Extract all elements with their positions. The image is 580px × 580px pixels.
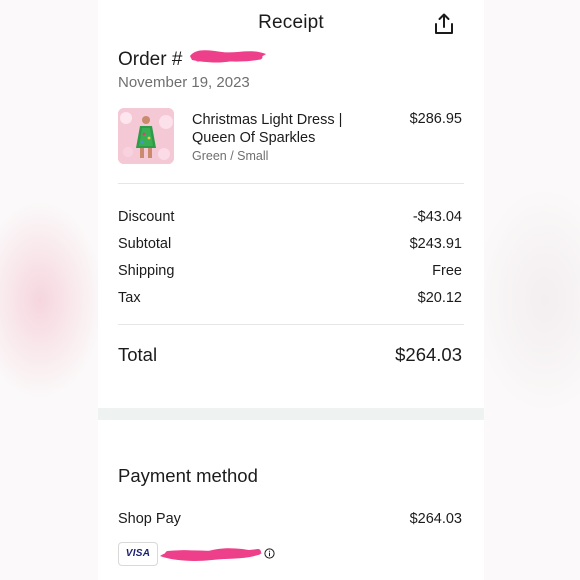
item-name-line-1: Christmas Light Dress |	[192, 112, 343, 128]
page-title: Receipt	[258, 12, 324, 33]
summary-row-shipping: Shipping Free	[118, 263, 462, 281]
share-icon[interactable]	[433, 12, 455, 36]
divider	[118, 183, 464, 184]
info-icon[interactable]	[264, 548, 275, 559]
summary-label: Tax	[118, 290, 141, 306]
order-number-redaction	[190, 50, 266, 63]
section-separator	[98, 408, 484, 420]
product-thumbnail[interactable]	[118, 108, 174, 164]
summary-label: Subtotal	[118, 236, 172, 252]
order-date: November 19, 2023	[118, 74, 250, 91]
summary-label: Shipping	[118, 263, 175, 279]
payment-method-name: Shop Pay	[118, 511, 181, 527]
payment-method-title: Payment method	[118, 465, 258, 486]
total-value: $264.03	[395, 344, 462, 365]
visa-card-icon: VISA	[118, 542, 158, 566]
card-number-redaction	[160, 548, 262, 561]
item-name-line-2: Queen Of Sparkles	[192, 130, 316, 146]
item-variant: Green / Small	[192, 149, 269, 163]
order-label: Order #	[118, 49, 183, 70]
summary-value: $243.91	[409, 236, 462, 252]
summary-row-subtotal: Subtotal $243.91	[118, 236, 462, 254]
summary-row-tax: Tax $20.12	[118, 290, 462, 308]
summary-value: $20.12	[417, 290, 462, 306]
receipt-screen: Receipt Order # November 19, 2023 Christ…	[98, 0, 484, 580]
summary-value: Free	[432, 263, 462, 279]
item-price: $286.95	[409, 111, 462, 127]
divider	[118, 324, 464, 325]
total-label: Total	[118, 344, 158, 365]
summary-row-discount: Discount -$43.04	[118, 209, 462, 227]
item-name[interactable]: Christmas Light Dress | Queen Of Sparkle…	[192, 111, 392, 147]
payment-amount: $264.03	[409, 511, 462, 527]
summary-label: Discount	[118, 209, 175, 225]
summary-value: -$43.04	[412, 209, 462, 225]
dress-image	[118, 108, 174, 164]
order-number: Order #	[118, 49, 266, 73]
